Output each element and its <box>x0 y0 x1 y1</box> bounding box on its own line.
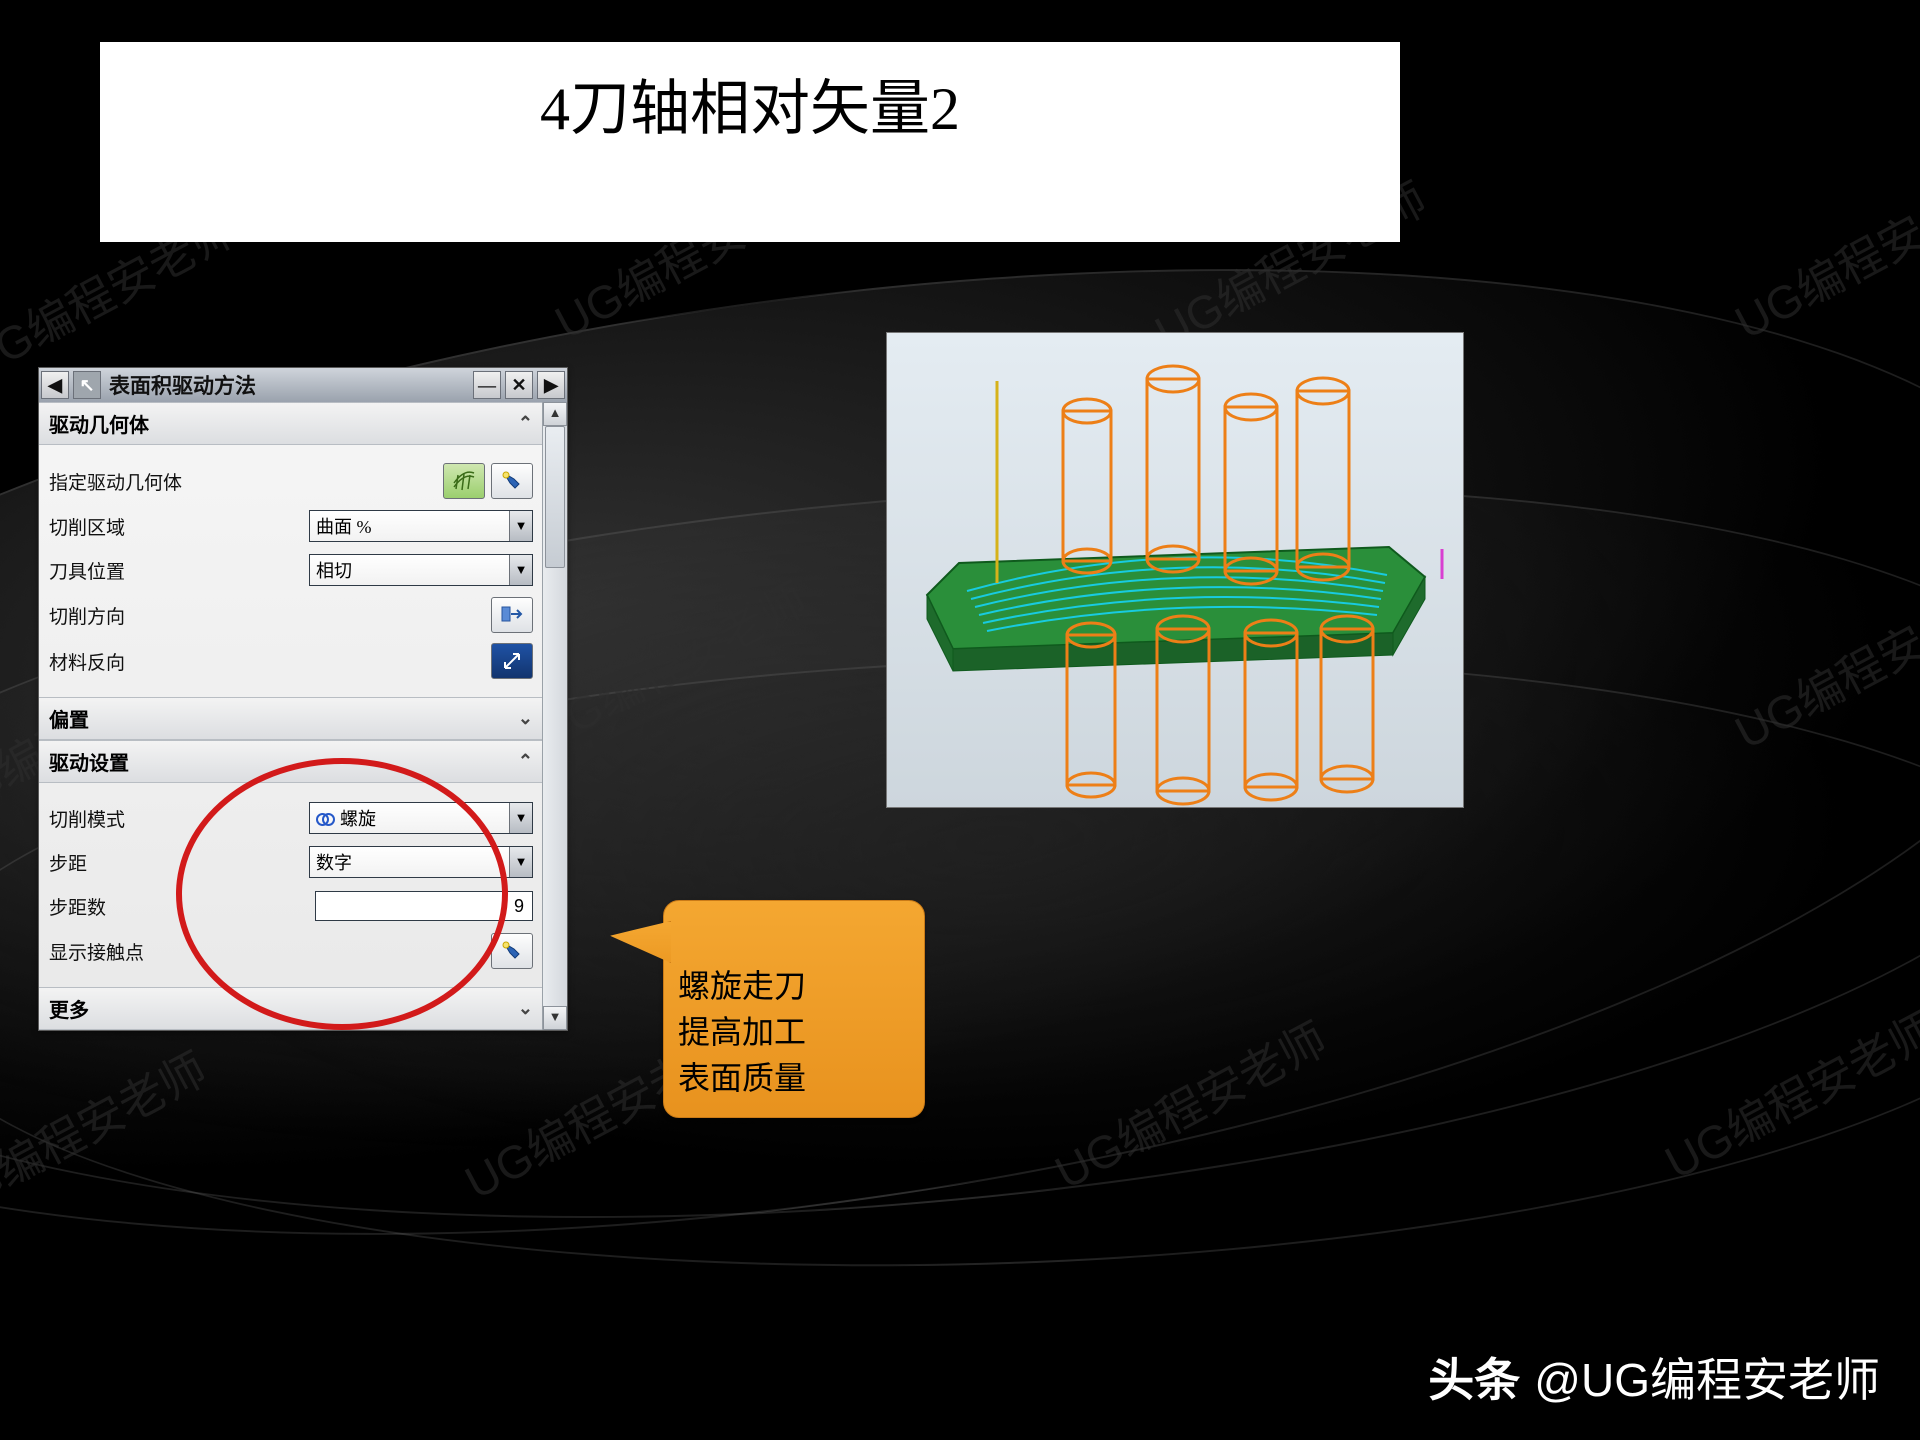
spiral-icon <box>316 810 334 826</box>
tool-position-select[interactable]: 相切 ▼ <box>309 554 533 586</box>
scroll-up-icon[interactable]: ▲ <box>543 402 567 426</box>
cut-region-select[interactable]: 曲面 % ▼ <box>309 510 533 542</box>
slide-title: 4刀轴相对矢量2 <box>100 42 1400 147</box>
viewport-graphic <box>887 333 1463 807</box>
show-contact-label: 显示接触点 <box>49 938 249 965</box>
callout-text: 螺旋走刀 提高加工 表面质量 <box>678 968 806 1096</box>
flashlight-icon <box>501 940 523 962</box>
step-count-value: 9 <box>514 896 524 916</box>
dialog-title: 表面积驱动方法 <box>103 370 471 400</box>
chevron-down-icon: ▼ <box>509 803 532 833</box>
surface-drive-method-dialog: ◀ ↖ 表面积驱动方法 — ✕ ▶ 驱动几何体 ⌃ 指定驱动几何体 <box>38 367 568 1031</box>
cut-mode-label: 切削模式 <box>49 805 249 832</box>
cut-region-value: 曲面 % <box>316 513 372 539</box>
mesh-surface-icon <box>452 471 476 491</box>
cut-mode-select[interactable]: 螺旋 ▼ <box>309 802 533 834</box>
step-count-input[interactable]: 9 <box>315 891 533 921</box>
chevron-down-icon: ⌄ <box>518 708 533 729</box>
dialog-scrollbar[interactable]: ▲ ▼ <box>542 402 567 1030</box>
callout-bubble: 螺旋走刀 提高加工 表面质量 <box>663 900 925 1118</box>
section-drive-geometry-label: 驱动几何体 <box>49 409 149 438</box>
pointer-icon[interactable]: ↖ <box>73 371 101 399</box>
tool-position-value: 相切 <box>316 557 352 583</box>
section-more-header[interactable]: 更多 ⌄ <box>39 987 543 1030</box>
section-drive-settings-header[interactable]: 驱动设置 ⌃ <box>39 740 543 783</box>
section-offset-label: 偏置 <box>49 704 89 733</box>
step-count-label: 步距数 <box>49 893 249 920</box>
swap-arrows-icon <box>501 650 523 672</box>
dialog-titlebar[interactable]: ◀ ↖ 表面积驱动方法 — ✕ ▶ <box>39 368 567 402</box>
section-drive-geometry-header[interactable]: 驱动几何体 ⌃ <box>39 402 543 445</box>
specify-drive-geometry-label: 指定驱动几何体 <box>49 468 249 495</box>
section-offset-header[interactable]: 偏置 ⌄ <box>39 697 543 740</box>
chevron-down-icon: ▼ <box>509 847 532 877</box>
cut-direction-button[interactable] <box>491 597 533 633</box>
cam-3d-viewport[interactable] <box>886 332 1464 808</box>
flashlight-icon <box>501 470 523 492</box>
section-drive-settings-label: 驱动设置 <box>49 747 129 776</box>
tool-position-label: 刀具位置 <box>49 557 249 584</box>
scroll-thumb[interactable] <box>545 426 565 568</box>
footer-signature: 头条 @UG编程安老师 <box>1428 1344 1880 1410</box>
next-icon[interactable]: ▶ <box>537 371 565 399</box>
slide-title-banner: 4刀轴相对矢量2 <box>100 42 1400 242</box>
cut-region-label: 切削区域 <box>49 513 249 540</box>
step-select[interactable]: 数字 ▼ <box>309 846 533 878</box>
chevron-up-icon: ⌃ <box>518 413 533 434</box>
step-label: 步距 <box>49 849 249 876</box>
chevron-down-icon: ⌄ <box>518 998 533 1019</box>
show-contact-button[interactable] <box>491 933 533 969</box>
section-more-label: 更多 <box>49 994 89 1023</box>
close-button[interactable]: ✕ <box>505 371 533 399</box>
chevron-down-icon: ▼ <box>509 511 532 541</box>
chevron-up-icon: ⌃ <box>518 751 533 772</box>
scroll-down-icon[interactable]: ▼ <box>543 1006 567 1030</box>
chevron-down-icon: ▼ <box>509 555 532 585</box>
step-value: 数字 <box>316 849 352 875</box>
material-reverse-label: 材料反向 <box>49 648 249 675</box>
minimize-button[interactable]: — <box>473 371 501 399</box>
cut-direction-label: 切削方向 <box>49 602 249 629</box>
material-reverse-button[interactable] <box>491 643 533 679</box>
cut-mode-value: 螺旋 <box>340 805 376 831</box>
prev-icon[interactable]: ◀ <box>41 371 69 399</box>
flashlight-button[interactable] <box>491 463 533 499</box>
direction-arrow-icon <box>499 604 525 626</box>
footer-brand: 头条 <box>1428 1344 1520 1410</box>
select-geometry-button[interactable] <box>443 463 485 499</box>
footer-handle: @UG编程安老师 <box>1534 1344 1880 1410</box>
